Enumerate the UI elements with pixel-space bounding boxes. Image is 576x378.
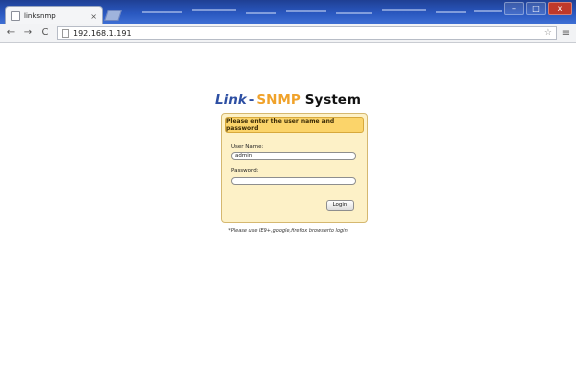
login-header: Please enter the user name and password	[225, 117, 364, 133]
new-tab-button[interactable]	[104, 10, 122, 21]
close-window-button[interactable]: x	[548, 2, 572, 15]
reload-icon[interactable]: C	[38, 26, 52, 40]
forward-arrow-icon[interactable]: →	[21, 26, 35, 40]
page-icon	[62, 28, 69, 38]
browser-menu-icon[interactable]: ≡	[560, 28, 572, 39]
page-title: Link - SNMP System	[0, 92, 576, 108]
password-label: Password:	[231, 168, 259, 174]
title-system: System	[304, 92, 362, 108]
maximize-button[interactable]: □	[526, 2, 546, 15]
title-dash: -	[248, 92, 255, 108]
title-snmp: SNMP	[256, 92, 301, 108]
window-controls: – □ x	[504, 2, 572, 15]
taskbar-background	[128, 3, 506, 23]
username-input[interactable]: admin	[231, 152, 356, 160]
password-input[interactable]	[231, 177, 356, 185]
browser-note: *Please use IE9+,google,firefox browsert…	[228, 228, 348, 234]
username-label: User Name:	[231, 144, 264, 150]
back-arrow-icon[interactable]: ←	[4, 26, 18, 40]
login-button[interactable]: Login	[326, 200, 354, 211]
tab-close-icon[interactable]: ×	[90, 12, 97, 21]
browser-toolbar: ← → C 192.168.1.191 ☆ ≡	[0, 24, 576, 43]
tab-title: linksnmp	[24, 12, 56, 20]
login-panel: Please enter the user name and password …	[221, 113, 368, 223]
browser-titlebar: linksnmp × – □ x	[0, 0, 576, 24]
browser-tab[interactable]: linksnmp ×	[5, 6, 103, 24]
bookmark-star-icon[interactable]: ☆	[544, 28, 552, 38]
address-bar[interactable]: 192.168.1.191 ☆	[57, 26, 557, 40]
url-text: 192.168.1.191	[73, 28, 132, 38]
minimize-button[interactable]: –	[504, 2, 524, 15]
title-link: Link	[214, 92, 247, 108]
page-favicon-icon	[11, 11, 20, 21]
